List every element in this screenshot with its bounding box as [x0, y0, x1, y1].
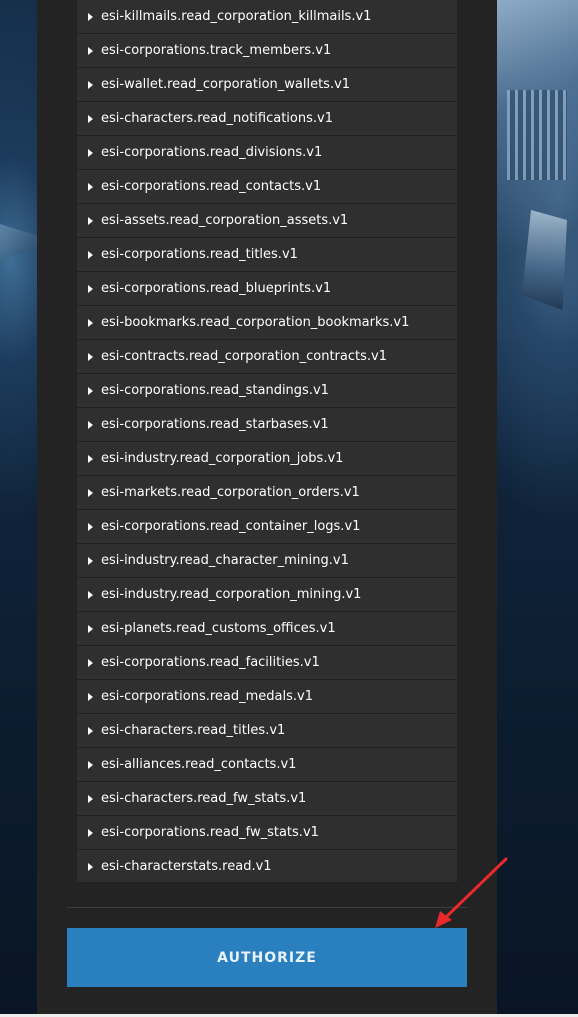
scope-item[interactable]: esi-characters.read_notifications.v1 [77, 102, 457, 136]
expand-caret-icon [88, 590, 93, 599]
scope-item[interactable]: esi-industry.read_corporation_jobs.v1 [77, 442, 457, 476]
scope-label: esi-corporations.read_facilities.v1 [101, 655, 320, 670]
scope-item[interactable]: esi-corporations.read_divisions.v1 [77, 136, 457, 170]
scope-item[interactable]: esi-corporations.read_facilities.v1 [77, 646, 457, 680]
divider [67, 907, 467, 908]
scope-item[interactable]: esi-corporations.read_titles.v1 [77, 238, 457, 272]
scope-item[interactable]: esi-killmails.read_corporation_killmails… [77, 0, 457, 34]
scope-label: esi-industry.read_character_mining.v1 [101, 553, 349, 568]
expand-caret-icon [88, 828, 93, 837]
expand-caret-icon [88, 114, 93, 123]
scope-label: esi-contracts.read_corporation_contracts… [101, 349, 387, 364]
scope-item[interactable]: esi-planets.read_customs_offices.v1 [77, 612, 457, 646]
annotation-arrow-icon [435, 857, 508, 928]
expand-caret-icon [88, 46, 93, 55]
scope-item[interactable]: esi-corporations.read_standings.v1 [77, 374, 457, 408]
expand-caret-icon [88, 148, 93, 157]
scope-label: esi-planets.read_customs_offices.v1 [101, 621, 336, 636]
expand-caret-icon [88, 692, 93, 701]
scope-list: esi-killmails.read_corporation_killmails… [77, 0, 457, 884]
expand-caret-icon [88, 284, 93, 293]
scope-item[interactable]: esi-markets.read_corporation_orders.v1 [77, 476, 457, 510]
expand-caret-icon [88, 352, 93, 361]
scope-label: esi-corporations.read_starbases.v1 [101, 417, 329, 432]
scope-label: esi-corporations.track_members.v1 [101, 43, 332, 58]
scope-item[interactable]: esi-corporations.read_starbases.v1 [77, 408, 457, 442]
scope-item[interactable]: esi-corporations.track_members.v1 [77, 34, 457, 68]
scope-label: esi-characterstats.read.v1 [101, 859, 272, 874]
scope-label: esi-alliances.read_contacts.v1 [101, 757, 297, 772]
expand-caret-icon [88, 488, 93, 497]
scope-label: esi-characters.read_fw_stats.v1 [101, 791, 307, 806]
scope-item[interactable]: esi-corporations.read_contacts.v1 [77, 170, 457, 204]
scope-item[interactable]: esi-industry.read_corporation_mining.v1 [77, 578, 457, 612]
scope-label: esi-corporations.read_standings.v1 [101, 383, 329, 398]
scope-item[interactable]: esi-characters.read_titles.v1 [77, 714, 457, 748]
expand-caret-icon [88, 250, 93, 259]
scope-item[interactable]: esi-industry.read_character_mining.v1 [77, 544, 457, 578]
scope-label: esi-corporations.read_medals.v1 [101, 689, 313, 704]
scope-item[interactable]: esi-corporations.read_blueprints.v1 [77, 272, 457, 306]
scope-item[interactable]: esi-characters.read_fw_stats.v1 [77, 782, 457, 816]
authorize-button[interactable]: AUTHORIZE [67, 928, 467, 987]
expand-caret-icon [88, 556, 93, 565]
scope-label: esi-characters.read_notifications.v1 [101, 111, 333, 126]
scope-item[interactable]: esi-characterstats.read.v1 [77, 850, 457, 884]
scope-item[interactable]: esi-wallet.read_corporation_wallets.v1 [77, 68, 457, 102]
scope-label: esi-killmails.read_corporation_killmails… [101, 9, 372, 24]
expand-caret-icon [88, 12, 93, 21]
expand-caret-icon [88, 862, 93, 871]
scope-item[interactable]: esi-assets.read_corporation_assets.v1 [77, 204, 457, 238]
scope-item[interactable]: esi-contracts.read_corporation_contracts… [77, 340, 457, 374]
expand-caret-icon [88, 726, 93, 735]
scope-label: esi-corporations.read_divisions.v1 [101, 145, 323, 160]
scope-item[interactable]: esi-alliances.read_contacts.v1 [77, 748, 457, 782]
page: esi-killmails.read_corporation_killmails… [0, 0, 578, 1017]
expand-caret-icon [88, 386, 93, 395]
scope-item[interactable]: esi-corporations.read_medals.v1 [77, 680, 457, 714]
scope-label: esi-corporations.read_titles.v1 [101, 247, 298, 262]
scope-label: esi-corporations.read_container_logs.v1 [101, 519, 361, 534]
expand-caret-icon [88, 624, 93, 633]
expand-caret-icon [88, 80, 93, 89]
scope-item[interactable]: esi-bookmarks.read_corporation_bookmarks… [77, 306, 457, 340]
expand-caret-icon [88, 182, 93, 191]
background-spaceship-left [0, 224, 38, 260]
scope-label: esi-corporations.read_contacts.v1 [101, 179, 322, 194]
scope-label: esi-industry.read_corporation_jobs.v1 [101, 451, 344, 466]
expand-caret-icon [88, 522, 93, 531]
scope-label: esi-wallet.read_corporation_wallets.v1 [101, 77, 351, 92]
expand-caret-icon [88, 794, 93, 803]
scope-label: esi-bookmarks.read_corporation_bookmarks… [101, 315, 410, 330]
expand-caret-icon [88, 216, 93, 225]
expand-caret-icon [88, 760, 93, 769]
scope-label: esi-assets.read_corporation_assets.v1 [101, 213, 349, 228]
scope-item[interactable]: esi-corporations.read_fw_stats.v1 [77, 816, 457, 850]
scope-item[interactable]: esi-corporations.read_container_logs.v1 [77, 510, 457, 544]
background-spaceship-right [497, 0, 578, 340]
scope-label: esi-markets.read_corporation_orders.v1 [101, 485, 360, 500]
expand-caret-icon [88, 454, 93, 463]
expand-caret-icon [88, 658, 93, 667]
scope-label: esi-corporations.read_fw_stats.v1 [101, 825, 319, 840]
scope-label: esi-industry.read_corporation_mining.v1 [101, 587, 362, 602]
expand-caret-icon [88, 318, 93, 327]
scope-label: esi-characters.read_titles.v1 [101, 723, 286, 738]
expand-caret-icon [88, 420, 93, 429]
scope-label: esi-corporations.read_blueprints.v1 [101, 281, 332, 296]
